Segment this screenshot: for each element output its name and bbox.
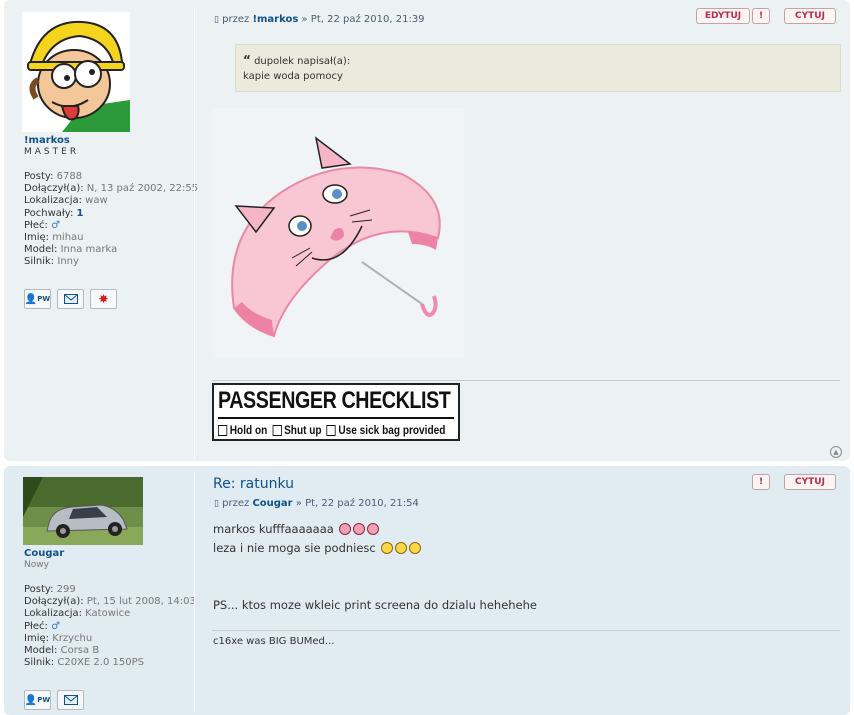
profile-field: Posty: 6788: [24, 171, 83, 182]
user-rank: Nowy: [24, 560, 49, 570]
post-text-line: markos kufffaaaaaaa: [213, 522, 380, 536]
pm-icon[interactable]: 👤 PW: [24, 289, 51, 309]
username[interactable]: !markos: [24, 135, 70, 146]
profile-field: Model: Inna marka: [24, 244, 118, 256]
male-icon: ♂: [51, 219, 61, 231]
email-icon[interactable]: [57, 690, 84, 710]
profile-field: Silnik: Inny: [24, 256, 79, 268]
byline-author[interactable]: !markos: [252, 14, 298, 25]
grin-smiley-icon: [395, 542, 408, 554]
email-icon[interactable]: [57, 289, 84, 309]
column-divider: [194, 8, 195, 458]
checklist-item: Hold on: [218, 423, 267, 437]
profile-fields: Posty: 299 Dołączył(a): Pt, 15 lut 2008, …: [24, 584, 204, 669]
umbrella-image: [212, 108, 464, 359]
quote-text: kapie woda pomocy: [243, 71, 343, 82]
post-byline: ▯ przez !markos » Pt, 22 paź 2010, 21:39: [214, 14, 425, 25]
profile-field: Imię: Krzychu: [24, 632, 93, 644]
post-byline: ▯ przez Cougar » Pt, 22 paź 2010, 21:54: [214, 498, 419, 509]
signature-divider: [212, 380, 840, 381]
contact-icons: 👤 PW ✸: [24, 289, 117, 309]
username[interactable]: Cougar: [24, 548, 64, 559]
profile-field: Imię: mihau: [24, 232, 84, 244]
byline-prefix: przez: [222, 498, 250, 509]
user-rank: MASTER: [24, 147, 80, 157]
byline-prefix: przez: [222, 14, 250, 25]
profile-field: Lokalizacja: waw: [24, 195, 108, 207]
report-button[interactable]: !: [752, 8, 770, 24]
pig-smiley-icon: [339, 523, 352, 535]
profile-field: Posty: 299: [24, 584, 76, 595]
byline-date: » Pt, 22 paź 2010, 21:54: [295, 498, 419, 509]
byline-author[interactable]: Cougar: [252, 498, 292, 509]
profile-field: Silnik: C20XE 2.0 150PS: [24, 657, 144, 669]
profile-field: Dołączył(a): N, 13 paź 2002, 22:55: [24, 183, 199, 195]
contact-icons: 👤 PW: [24, 690, 84, 710]
column-divider: [194, 472, 195, 712]
checklist-title: PASSENGER CHECKLIST: [218, 387, 451, 414]
avatar: [23, 477, 143, 545]
back-to-top-icon[interactable]: ▲: [830, 446, 842, 458]
post-text-line: leza i nie moga sie podniesc: [213, 541, 422, 555]
checklist-rule: [218, 417, 454, 419]
profile-field: Płeć: ♂: [24, 620, 61, 632]
avatar: [22, 12, 130, 132]
pm-icon[interactable]: 👤 PW: [24, 690, 51, 710]
passenger-checklist-image: PASSENGER CHECKLIST Hold on Shut up Use …: [212, 383, 460, 441]
profile-field: Model: Corsa B: [24, 645, 100, 657]
male-icon: ♂: [51, 620, 61, 632]
byline-date: » Pt, 22 paź 2010, 21:39: [301, 14, 425, 25]
signature-divider: [212, 630, 840, 631]
profile-field: Pochwały: 1: [24, 207, 84, 219]
checklist-items: Hold on Shut up Use sick bag provided: [218, 423, 445, 437]
signature: c16xe was BIG BUMed...: [213, 636, 335, 647]
post-text-line: PS... ktos moze wkleic print screena do …: [213, 598, 537, 612]
checklist-item: Shut up: [272, 423, 322, 437]
edit-button[interactable]: EDYTUJ: [696, 8, 750, 24]
post-icon: ▯: [214, 499, 219, 509]
profile-fields: Posty: 6788 Dołączył(a): N, 13 paź 2002, …: [24, 171, 204, 269]
www-icon[interactable]: ✸: [90, 289, 117, 309]
profile-field: Lokalizacja: Katowice: [24, 608, 131, 620]
profile-field: Płeć: ♂: [24, 219, 61, 231]
quote-block: “ dupolek napisał(a): kapie woda pomocy: [235, 44, 841, 92]
quote-button[interactable]: CYTUJ: [784, 474, 836, 490]
profile-field: Dołączył(a): Pt, 15 lut 2008, 14:03: [24, 596, 196, 608]
post-icon: ▯: [214, 15, 219, 25]
grin-smiley-icon: [381, 542, 394, 554]
pig-smiley-icon: [353, 523, 366, 535]
grin-smiley-icon: [409, 542, 422, 554]
pig-smiley-icon: [367, 523, 380, 535]
report-button[interactable]: !: [752, 474, 770, 490]
quote-button[interactable]: CYTUJ: [784, 8, 836, 24]
quote-cite: “ dupolek napisał(a):: [243, 53, 351, 67]
checklist-item: Use sick bag provided: [326, 423, 445, 437]
post-title[interactable]: Re: ratunku: [213, 476, 294, 492]
